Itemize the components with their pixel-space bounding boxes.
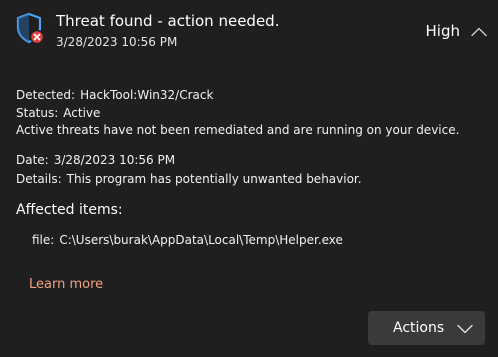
detected-row: Detected: HackTool:Win32/Crack: [16, 87, 213, 104]
actions-label: Actions: [393, 320, 445, 336]
notification-title: Threat found - action needed.: [56, 12, 280, 30]
chevron-up-icon: [471, 22, 487, 41]
notification-header: Threat found - action needed. 3/28/2023 …: [0, 0, 498, 70]
notification-timestamp: 3/28/2023 10:56 PM: [56, 35, 178, 49]
chevron-down-icon: [457, 321, 473, 335]
status-description: Active threats have not been remediated …: [16, 123, 460, 137]
shield-error-icon: [16, 12, 46, 46]
severity-label: High: [425, 22, 460, 40]
details-row: Details: This program has potentially unw…: [16, 171, 362, 188]
detected-label: Detected:: [16, 88, 76, 102]
status-label: Status:: [16, 106, 59, 120]
learn-more-link[interactable]: Learn more: [29, 276, 103, 294]
status-row: Status: Active: [16, 105, 100, 122]
date-label: Date:: [16, 153, 49, 167]
affected-item-path: C:\Users\burak\AppData\Local\Temp\Helper…: [59, 233, 343, 247]
collapse-button[interactable]: [468, 20, 490, 42]
affected-item: file: C:\Users\burak\AppData\Local\Temp\H…: [32, 232, 343, 249]
detected-value: HackTool:Win32/Crack: [80, 88, 214, 102]
affected-items-title: Affected items:: [16, 202, 123, 218]
actions-button[interactable]: Actions: [368, 311, 485, 345]
date-row: Date: 3/28/2023 10:56 PM: [16, 152, 175, 169]
details-label: Details:: [16, 172, 62, 186]
affected-item-label: file:: [32, 233, 55, 247]
date-value: 3/28/2023 10:56 PM: [53, 153, 176, 167]
status-value: Active: [63, 106, 101, 120]
details-value: This program has potentially unwanted be…: [66, 172, 362, 186]
